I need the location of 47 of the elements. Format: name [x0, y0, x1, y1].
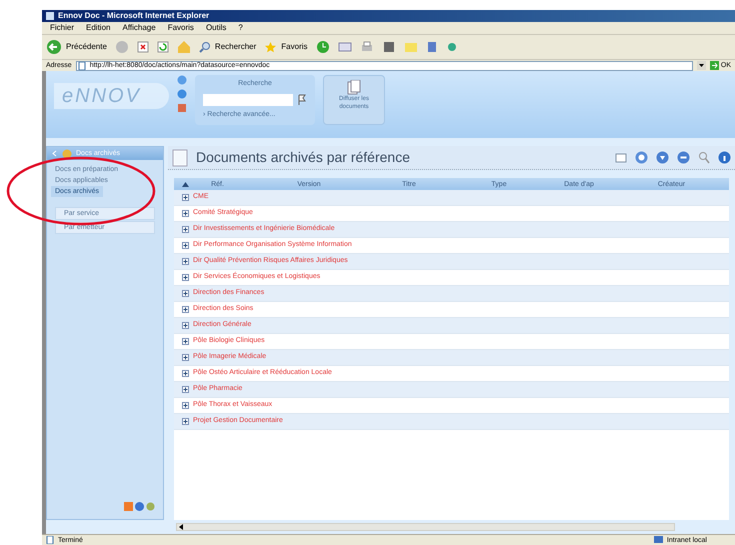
app-icon: [46, 12, 54, 20]
collapse-icon[interactable]: [51, 150, 58, 157]
expand-icon[interactable]: [182, 274, 189, 281]
expand-icon[interactable]: [182, 402, 189, 409]
menu-item[interactable]: Favoris: [168, 24, 194, 32]
expand-icon[interactable]: [182, 338, 189, 345]
page-icon: [46, 536, 54, 544]
expand-icon[interactable]: [182, 386, 189, 393]
menu-item[interactable]: Outils: [206, 24, 226, 32]
history-icon[interactable]: [316, 40, 330, 54]
menu-item[interactable]: Edition: [86, 24, 110, 32]
dropdown-icon[interactable]: [696, 61, 706, 70]
expand-icon[interactable]: [182, 418, 189, 425]
document-icon: [172, 148, 188, 166]
stop-icon[interactable]: [136, 41, 149, 53]
search-icon: [198, 41, 211, 53]
expand-icon[interactable]: [182, 370, 189, 377]
expand-icon[interactable]: [182, 194, 189, 201]
go-arrow-icon: [710, 61, 719, 70]
menu-item[interactable]: Fichier: [50, 24, 74, 32]
expand-icon[interactable]: [182, 290, 189, 297]
expand-icon[interactable]: [182, 242, 189, 249]
expand-icon[interactable]: [182, 226, 189, 233]
favorites-button[interactable]: Favoris: [264, 40, 308, 54]
search-icon[interactable]: [698, 151, 710, 164]
expand-icon[interactable]: [182, 210, 189, 217]
window-title: Ennov Doc - Microsoft Internet Explorer: [58, 12, 210, 20]
menu-item[interactable]: Affichage: [122, 24, 156, 32]
horizontal-scrollbar[interactable]: [176, 523, 675, 531]
logo: eNNOV: [54, 83, 169, 109]
expand-icon[interactable]: [182, 258, 189, 265]
search-field[interactable]: [203, 94, 293, 106]
sort-up-icon[interactable]: [182, 182, 189, 186]
download-icon[interactable]: [656, 151, 669, 164]
expand-icon[interactable]: [182, 354, 189, 361]
back-button[interactable]: Précédente: [46, 39, 107, 55]
star-icon: [264, 40, 278, 54]
window-icon[interactable]: [615, 152, 627, 164]
print-icon[interactable]: [360, 41, 374, 53]
menu-item[interactable]: ?: [238, 24, 243, 32]
scroll-left-icon[interactable]: [177, 524, 185, 530]
search-button[interactable]: Rechercher: [198, 41, 256, 53]
panel-title: Documents archivés par référence: [196, 148, 410, 167]
flag-icon[interactable]: [297, 94, 307, 106]
documents-icon: [347, 80, 361, 96]
expand-icon[interactable]: [182, 322, 189, 329]
expand-icon[interactable]: [182, 306, 189, 313]
